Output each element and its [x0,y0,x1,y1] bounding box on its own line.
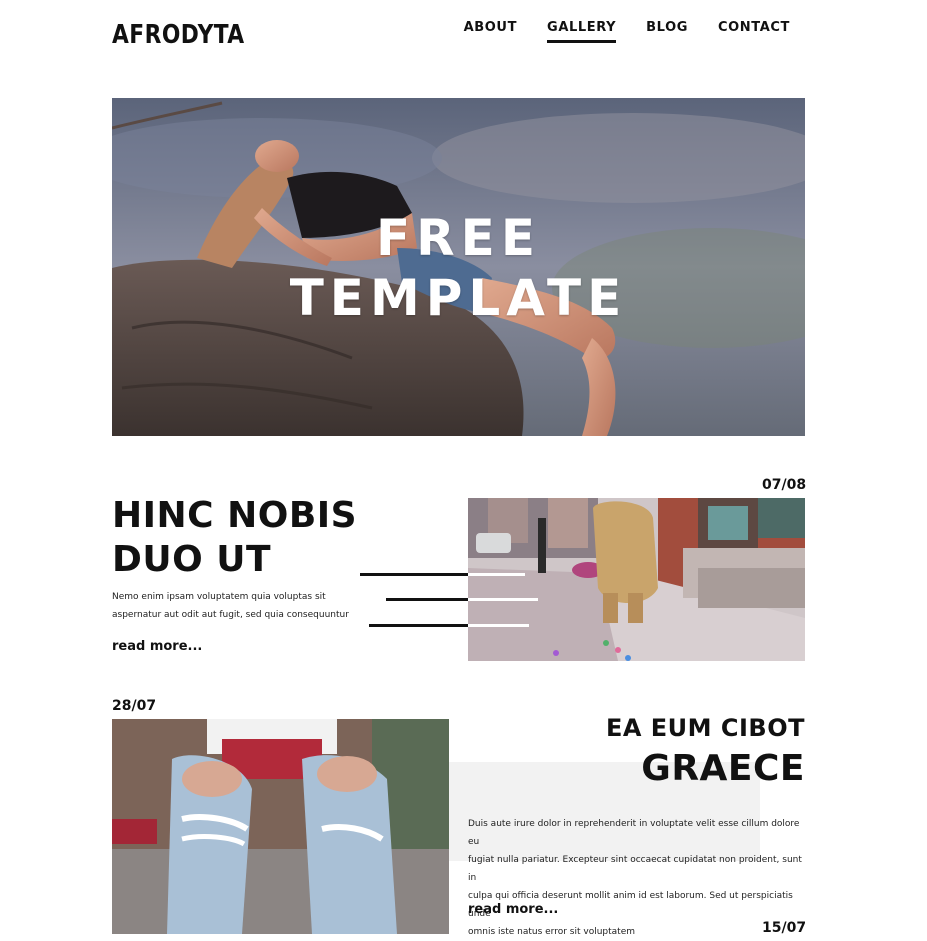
post-1-photo[interactable] [468,498,805,661]
post-2-excerpt-line1: Duis aute irure dolor in reprehenderit i… [468,819,800,847]
post-1-excerpt: Nemo enim ipsam voluptatem quia voluptas… [112,588,349,624]
post-1-title-line2: DUO UT [112,539,272,580]
nav-blog[interactable]: BLOG [646,20,688,43]
post-1-excerpt-line1: Nemo enim ipsam voluptatem quia voluptas… [112,592,326,602]
decor-line-2 [386,598,468,601]
post-1-title-line1: HINC NOBIS [112,495,358,536]
main-nav: ABOUT GALLERY BLOG CONTACT [464,20,790,43]
decor-line-1-overlay [468,573,525,576]
nav-gallery[interactable]: GALLERY [547,20,617,43]
decor-line-3-overlay [468,624,529,627]
decor-line-2-overlay [468,598,538,601]
ripped-jeans-photo [112,719,449,934]
post-2-excerpt-line2: fugiat nulla pariatur. Excepteur sint oc… [468,855,802,883]
post-2-title-line2[interactable]: GRAECE [641,748,805,790]
post-2-excerpt-line4: omnis iste natus error sit voluptatem [468,927,636,937]
post-1-title[interactable]: HINC NOBIS DUO UT [112,494,357,582]
street-easter-photo [468,498,805,661]
post-1-read-more-link[interactable]: read more... [112,639,202,654]
post-2-excerpt: Duis aute irure dolor in reprehenderit i… [468,815,805,941]
hero-title-line1: FREE [376,209,541,267]
post-1-date: 07/08 [762,477,807,493]
site-logo[interactable]: AFRODYTA [112,20,245,50]
post-2-title-line1[interactable]: EA EUM CIBOT [606,713,805,743]
decor-line-3 [369,624,468,627]
decor-line-1 [360,573,468,576]
post-1-excerpt-line2: aspernatur aut odit aut fugit, sed quia … [112,610,349,620]
post-2-read-more-link[interactable]: read more... [468,902,558,917]
hero-title-line2: TEMPLATE [289,269,628,327]
nav-contact[interactable]: CONTACT [718,20,790,43]
nav-about[interactable]: ABOUT [464,20,517,43]
hero-banner: FREE TEMPLATE [112,98,805,436]
post-2-photo[interactable] [112,719,449,934]
post-2-date: 28/07 [112,698,157,714]
hero-title: FREE TEMPLATE [112,208,805,328]
